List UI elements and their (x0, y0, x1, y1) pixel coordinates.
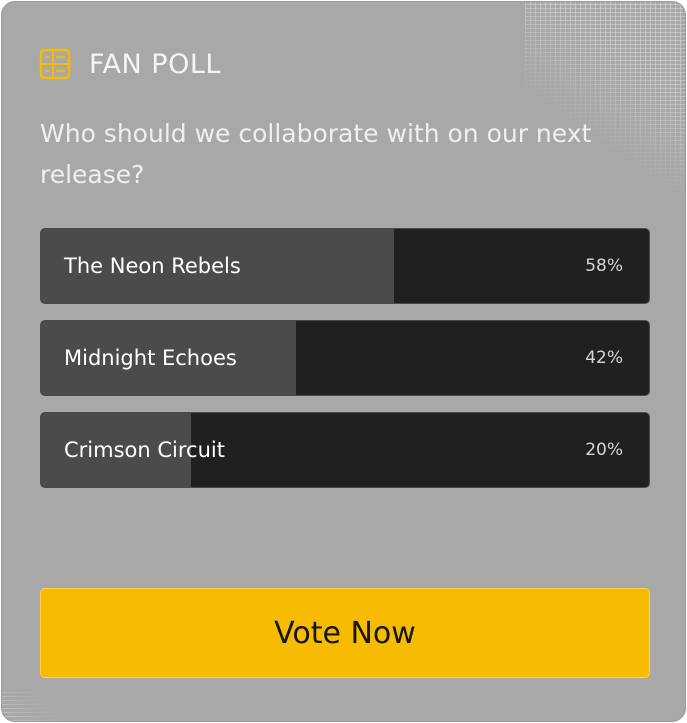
corner-texture-bottom (2, 691, 72, 721)
poll-title: FAN POLL (89, 48, 221, 80)
option-percent: 20% (585, 440, 623, 460)
poll-list-icon (39, 48, 71, 80)
option-label: Crimson Circuit (64, 438, 225, 462)
poll-header: FAN POLL (39, 46, 221, 82)
poll-options: The Neon Rebels 58% Midnight Echoes 42% … (40, 228, 650, 504)
poll-option-neon-rebels[interactable]: The Neon Rebels 58% (40, 228, 650, 304)
option-percent: 58% (585, 256, 623, 276)
poll-option-midnight-echoes[interactable]: Midnight Echoes 42% (40, 320, 650, 396)
option-label: The Neon Rebels (64, 254, 241, 278)
poll-question: Who should we collaborate with on our ne… (40, 119, 592, 189)
option-label: Midnight Echoes (64, 346, 237, 370)
fan-poll-card: FAN POLL Who should we collaborate with … (1, 1, 686, 722)
option-percent: 42% (585, 348, 623, 368)
vote-now-button[interactable]: Vote Now (40, 588, 650, 678)
poll-option-crimson-circuit[interactable]: Crimson Circuit 20% (40, 412, 650, 488)
